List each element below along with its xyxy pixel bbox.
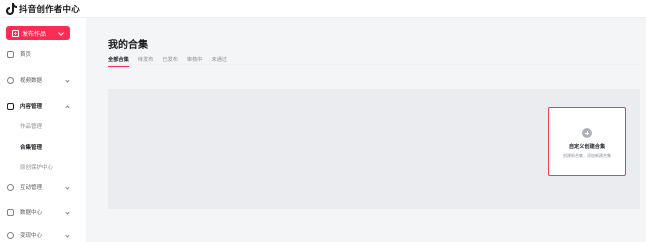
brand-logo[interactable]: 抖音创作者中心 (6, 2, 80, 15)
top-bar: 抖音创作者中心 (0, 0, 646, 18)
sidebar-item-label: 互动管理 (20, 185, 43, 191)
upload-icon (12, 29, 19, 37)
money-icon (7, 231, 14, 239)
create-collection-title: 自定义创建合集 (568, 144, 606, 150)
collection-tabs: 全部合集 待发布 已发布 审核中 未通过 (108, 56, 236, 67)
sidebar-item-monetization[interactable]: 变现中心 (0, 228, 86, 242)
tab-reviewing[interactable]: 审核中 (187, 56, 203, 63)
douyin-note-icon (6, 3, 17, 15)
sidebar-subitem-collections[interactable]: 合集管理 (20, 143, 42, 151)
brand-name: 抖音创作者中心 (19, 4, 80, 15)
tab-rejected[interactable]: 未通过 (212, 56, 228, 63)
add-circle-icon (582, 128, 592, 138)
chevron-down-icon (65, 209, 70, 215)
chevron-down-icon (65, 184, 70, 190)
publish-label: 发布作品 (22, 30, 47, 38)
creator-center-app: 抖音创作者中心 发布作品 首页 视频数据 内容管理 作品管理 合集管理 原创保护… (0, 0, 646, 242)
sidebar-item-video-data[interactable]: 视频数据 (0, 73, 86, 87)
sidebar-item-label: 首页 (20, 52, 32, 58)
interaction-icon (7, 183, 14, 191)
sidebar-item-label: 数据中心 (20, 210, 43, 216)
create-collection-card[interactable]: 自定义创建合集 创建新合集，添加新建合集 (548, 107, 626, 176)
create-collection-desc: 创建新合集，添加新建合集 (563, 153, 611, 158)
publish-button[interactable]: 发布作品 (6, 26, 70, 40)
page-title: 我的合集 (108, 40, 148, 51)
sidebar-item-content[interactable]: 内容管理 (0, 99, 86, 113)
tab-pending-publish[interactable]: 待发布 (138, 56, 154, 63)
chevron-up-icon (65, 105, 70, 110)
tab-published[interactable]: 已发布 (162, 56, 178, 63)
sidebar-subitem-works[interactable]: 作品管理 (20, 122, 42, 130)
sidebar-item-label: 变现中心 (20, 233, 43, 239)
chart-icon (7, 76, 14, 84)
chevron-down-icon (65, 232, 70, 238)
sidebar-subitem-original-protection[interactable]: 原创保护中心 (20, 163, 53, 171)
sidebar-item-data-center[interactable]: 数据中心 (0, 205, 86, 219)
tab-all[interactable]: 全部合集 (108, 56, 129, 67)
home-icon (7, 50, 14, 58)
sidebar-item-interaction[interactable]: 互动管理 (0, 180, 86, 194)
tabs-divider (108, 64, 640, 65)
sidebar: 发布作品 首页 视频数据 内容管理 作品管理 合集管理 原创保护中心 互动管理 (0, 18, 86, 242)
sidebar-item-home[interactable]: 首页 (0, 47, 86, 61)
chevron-down-icon (58, 30, 64, 36)
content-icon (7, 102, 14, 110)
data-icon (7, 208, 14, 216)
sidebar-item-label: 视频数据 (20, 78, 43, 84)
sidebar-item-label: 内容管理 (20, 104, 43, 110)
chevron-down-icon (65, 77, 70, 83)
